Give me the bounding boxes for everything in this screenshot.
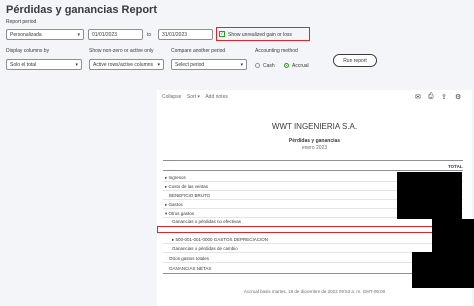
show-nonzero-label: Show non-zero or active only	[89, 48, 154, 54]
redacted-values-bottom	[412, 252, 474, 288]
accrual-radio[interactable]	[284, 63, 289, 68]
display-columns-value: Solo el total	[10, 62, 37, 68]
highlight-row	[157, 226, 465, 233]
compare-value: Select period	[175, 62, 205, 68]
accounting-method-label: Accounting method	[255, 48, 298, 54]
page-title: Pérdidas y ganancias Report	[6, 4, 157, 16]
row-otros-gastos-totales: Otros gastos totales	[169, 256, 210, 261]
show-nonzero-select[interactable]: Active rows/active columns ▾	[89, 59, 164, 70]
compare-select[interactable]: Select period ▾	[171, 59, 247, 70]
date-from-value: 01/01/2023	[92, 32, 118, 38]
row-ganancias-no-efectivas[interactable]: Ganancias o pérdidas no efectivas	[172, 219, 241, 224]
header-top-divider	[163, 160, 463, 161]
chevron-down-icon: ▾	[75, 62, 78, 68]
display-columns-select[interactable]: Solo el total ▾	[6, 59, 82, 70]
cash-label: Cash	[263, 63, 275, 69]
collapse-link[interactable]: Collapse	[162, 94, 181, 100]
chevron-down-icon: ▾	[157, 62, 160, 68]
row-ganancias-netas: GANANCIAS NETAS	[169, 266, 212, 271]
company-name: WWT INGENIERIA S.A.	[271, 122, 358, 131]
display-columns-label: Display columns by	[6, 48, 50, 54]
unrealized-checkbox[interactable]: ✓	[219, 31, 225, 37]
report-period: enero 2023	[301, 145, 328, 151]
row-beneficio-bruto: BENEFICIO BRUTO	[169, 193, 211, 198]
report-period-label: Report period	[6, 19, 37, 25]
print-icon[interactable]: ⎙	[428, 93, 434, 101]
to-label: to	[147, 32, 152, 38]
email-icon[interactable]: ✉	[415, 93, 421, 101]
chevron-down-icon: ▾	[77, 32, 80, 38]
report-period-value: Personalizada	[10, 32, 42, 38]
unrealized-label: Show unrealized gain or loss	[228, 32, 292, 38]
report-toolbar: Collapse Sort ▾ Add notes	[162, 94, 228, 100]
report-period-select[interactable]: Personalizada ▾	[6, 29, 84, 40]
run-report-button[interactable]: Run report	[333, 54, 377, 67]
show-nonzero-value: Active rows/active columns	[93, 62, 154, 68]
export-icon[interactable]: ⇪	[441, 93, 447, 101]
chevron-down-icon: ▾	[240, 62, 243, 68]
redacted-values-mid	[432, 219, 474, 253]
header-bottom-divider	[163, 170, 463, 171]
date-to-input[interactable]: 31/01/2023	[158, 29, 213, 40]
date-to-value: 31/01/2023	[162, 32, 188, 38]
sort-link[interactable]: Sort ▾	[187, 94, 200, 100]
total-column-header: TOTAL	[448, 164, 463, 169]
add-notes-link[interactable]: Add notes	[205, 94, 228, 100]
report-title: Pérdidas y ganancias	[288, 138, 341, 144]
date-from-input[interactable]: 01/01/2023	[88, 29, 143, 40]
row-ganancias-cambio[interactable]: Ganancias o pérdidas de cambio	[172, 246, 238, 251]
sort-label: Sort	[186, 94, 197, 100]
cash-radio[interactable]	[255, 63, 260, 68]
accrual-label: Accrual	[292, 63, 309, 69]
row-divider	[163, 243, 463, 244]
gear-icon[interactable]: ⚙	[455, 93, 461, 101]
redacted-values-top	[397, 172, 462, 219]
compare-label: Compare another period	[171, 48, 226, 54]
report-footer: Accrual basis martes, 19 de diciembre de…	[243, 289, 386, 294]
